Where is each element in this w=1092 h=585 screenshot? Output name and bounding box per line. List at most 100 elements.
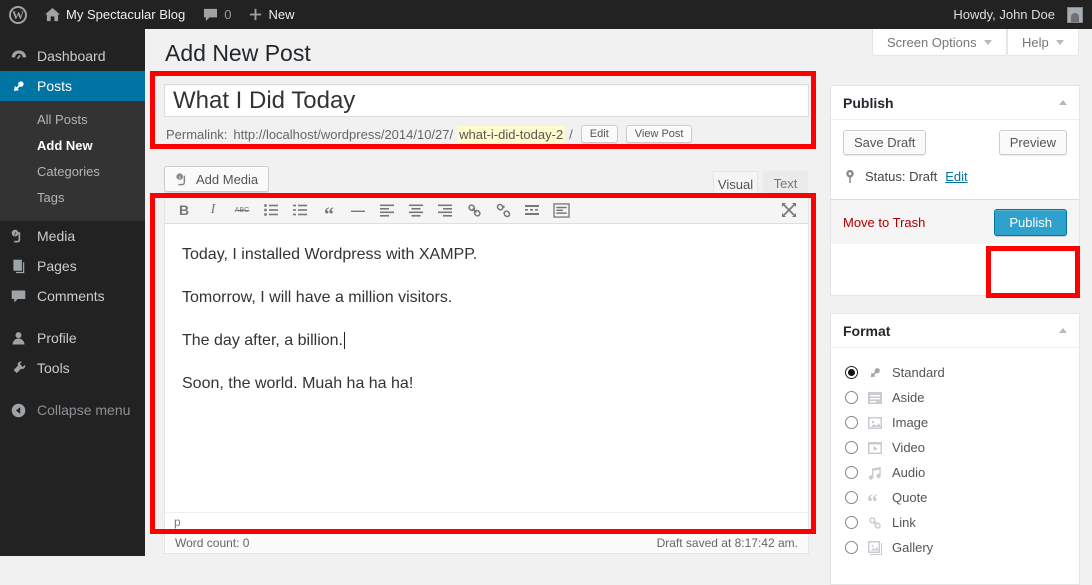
collapse-toggle-icon[interactable] [1059, 328, 1067, 333]
publish-box-header[interactable]: Publish [831, 86, 1079, 120]
permalink-row: Permalink: http://localhost/wordpress/20… [166, 125, 692, 143]
sidebar-item-add-new[interactable]: Add New [0, 133, 145, 159]
new-content-menu[interactable]: New [240, 0, 303, 29]
word-count: Word count: 0 [175, 536, 249, 550]
format-box-title: Format [843, 323, 890, 339]
format-option-gallery[interactable]: Gallery [845, 535, 1067, 560]
status-row: Status: Draft Edit [843, 169, 1067, 184]
add-media-button[interactable]: ♪ Add Media [164, 166, 269, 192]
sidebar-item-media[interactable]: ♪ Media [0, 221, 145, 251]
align-right-icon[interactable] [434, 200, 456, 220]
site-name-menu[interactable]: My Spectacular Blog [36, 0, 194, 29]
add-media-icon: ♪ [175, 172, 190, 186]
howdy-text: Howdy, John Doe [953, 7, 1055, 22]
blockquote-icon[interactable]: “ [318, 200, 340, 220]
sidebar-label: Posts [37, 78, 72, 94]
view-post-button[interactable]: View Post [626, 125, 693, 143]
wordpress-logo-menu[interactable]: W [0, 0, 36, 29]
format-option-quote[interactable]: “ Quote [845, 485, 1067, 510]
screen-options-tab[interactable]: Screen Options [872, 29, 1007, 56]
format-option-link[interactable]: Link [845, 510, 1067, 535]
format-option-aside[interactable]: Aside [845, 385, 1067, 410]
sidebar-item-all-posts[interactable]: All Posts [0, 107, 145, 133]
collapse-icon [10, 402, 27, 419]
radio-quote[interactable] [845, 491, 858, 504]
pushpin-icon [10, 78, 27, 95]
radio-image[interactable] [845, 416, 858, 429]
home-icon [45, 8, 60, 22]
format-aside-icon [867, 390, 883, 406]
move-to-trash-link[interactable]: Move to Trash [843, 215, 925, 230]
sidebar-item-tags[interactable]: Tags [0, 185, 145, 211]
comments-menu[interactable]: 0 [194, 0, 240, 29]
sidebar-label: Tools [37, 360, 70, 376]
radio-gallery[interactable] [845, 541, 858, 554]
sidebar-label: Profile [37, 330, 77, 346]
align-center-icon[interactable] [405, 200, 427, 220]
more-tag-icon[interactable] [521, 200, 543, 220]
wordpress-logo-icon: W [9, 6, 27, 24]
editor-paragraph: The day after, a billion. [182, 330, 791, 352]
my-account-menu[interactable]: Howdy, John Doe [944, 0, 1092, 29]
post-title-input[interactable] [164, 84, 809, 117]
admin-bar: W My Spectacular Blog 0 New Howdy, John … [0, 0, 1092, 29]
posts-submenu: All Posts Add New Categories Tags [0, 101, 145, 221]
sidebar-item-comments[interactable]: Comments [0, 281, 145, 311]
format-option-video[interactable]: Video [845, 435, 1067, 460]
editor-content-area[interactable]: Today, I installed Wordpress with XAMPP.… [165, 224, 808, 474]
editor-toolbar: B I ABC “ — [165, 197, 808, 224]
numbered-list-icon[interactable] [289, 200, 311, 220]
sidebar-item-posts[interactable]: Posts [0, 71, 145, 101]
link-icon[interactable] [463, 200, 485, 220]
editor-status-bar: Word count: 0 Draft saved at 8:17:42 am. [164, 533, 809, 554]
comment-bubble-icon [203, 8, 218, 22]
radio-standard[interactable] [845, 366, 858, 379]
help-tab[interactable]: Help [1007, 29, 1079, 56]
comment-count: 0 [224, 7, 231, 22]
publish-button[interactable]: Publish [994, 209, 1067, 236]
save-draft-button[interactable]: Save Draft [843, 130, 926, 155]
sidebar-item-collapse-menu[interactable]: Collapse menu [0, 395, 145, 425]
sidebar-label: Collapse menu [37, 402, 130, 418]
page-title: Add New Post [165, 40, 311, 67]
radio-link[interactable] [845, 516, 858, 529]
add-media-label: Add Media [196, 172, 258, 187]
radio-audio[interactable] [845, 466, 858, 479]
radio-video[interactable] [845, 441, 858, 454]
radio-aside[interactable] [845, 391, 858, 404]
tools-icon [10, 360, 27, 377]
screen-options-label: Screen Options [887, 35, 977, 50]
strikethrough-icon[interactable]: ABC [231, 200, 253, 220]
format-option-audio[interactable]: Audio [845, 460, 1067, 485]
site-name: My Spectacular Blog [66, 7, 185, 22]
fullscreen-icon[interactable] [778, 200, 800, 220]
sidebar-item-tools[interactable]: Tools [0, 353, 145, 383]
tab-text[interactable]: Text [763, 171, 808, 196]
preview-button[interactable]: Preview [999, 130, 1067, 155]
tab-visual[interactable]: Visual [713, 171, 758, 196]
align-left-icon[interactable] [376, 200, 398, 220]
format-image-icon [867, 415, 883, 431]
sidebar-item-profile[interactable]: Profile [0, 323, 145, 353]
bulleted-list-icon[interactable] [260, 200, 282, 220]
bold-icon[interactable]: B [173, 200, 195, 220]
sidebar-label: Comments [37, 288, 105, 304]
post-status-icon [843, 169, 857, 184]
publish-actions: Move to Trash Publish [831, 199, 1079, 244]
format-option-image[interactable]: Image [845, 410, 1067, 435]
sidebar-item-dashboard[interactable]: Dashboard [0, 41, 145, 71]
collapse-toggle-icon[interactable] [1059, 100, 1067, 105]
edit-permalink-button[interactable]: Edit [581, 125, 618, 143]
horizontal-rule-icon[interactable]: — [347, 200, 369, 220]
sidebar-item-pages[interactable]: Pages [0, 251, 145, 281]
editor-element-path[interactable]: p [165, 512, 808, 531]
italic-icon[interactable]: I [202, 200, 224, 220]
draft-saved-text: Draft saved at 8:17:42 am. [657, 536, 798, 550]
format-box-header[interactable]: Format [831, 314, 1079, 348]
edit-status-link[interactable]: Edit [945, 169, 967, 184]
unlink-icon[interactable] [492, 200, 514, 220]
sidebar-item-categories[interactable]: Categories [0, 159, 145, 185]
toolbar-toggle-icon[interactable] [550, 200, 572, 220]
format-option-standard[interactable]: Standard [845, 360, 1067, 385]
format-standard-icon [867, 365, 883, 381]
